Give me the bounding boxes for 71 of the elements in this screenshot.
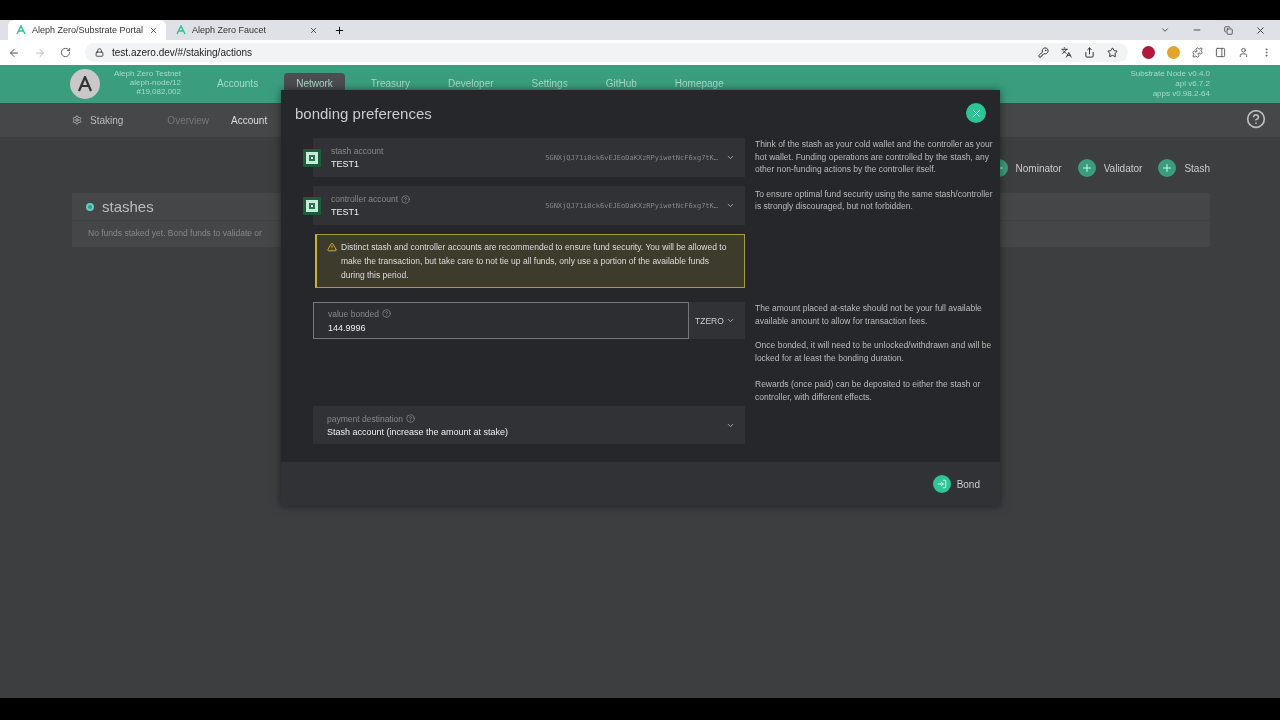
- plus-icon: [1161, 162, 1174, 174]
- extension-icon[interactable]: [1142, 46, 1155, 59]
- modal-title: bonding preferences: [295, 104, 432, 122]
- card-title: stashes: [102, 198, 154, 215]
- version-text: Substrate Node v0.4.0: [1130, 69, 1210, 79]
- chain-name: Aleph Zero Testnet: [114, 69, 181, 78]
- help-icon[interactable]: [1246, 109, 1266, 129]
- logo-icon: [16, 25, 26, 35]
- key-icon[interactable]: [1038, 47, 1049, 58]
- address-bar[interactable]: test.azero.dev/#/staking/actions: [85, 43, 1128, 62]
- browser-tab[interactable]: Aleph Zero/Substrate Portal: [8, 20, 166, 40]
- account-name: TEST1: [331, 207, 360, 217]
- unit-select[interactable]: TZERO: [689, 302, 745, 339]
- help-icon[interactable]: [401, 194, 411, 204]
- gear-icon: [72, 115, 82, 125]
- field-label: value bonded: [328, 308, 380, 319]
- amount-field[interactable]: value bonded 144.9996: [313, 302, 689, 339]
- page-tab[interactable]: Account: [231, 114, 268, 126]
- share-icon[interactable]: [1084, 47, 1095, 58]
- new-tab-icon[interactable]: [334, 25, 345, 36]
- translate-icon[interactable]: [1061, 47, 1072, 58]
- version-text: api v6.7.2: [1175, 79, 1210, 89]
- nav-menu[interactable]: Network: [284, 73, 345, 93]
- lock-icon: [95, 48, 104, 57]
- block-number: #19,082,002: [136, 87, 181, 96]
- tab-search-icon[interactable]: [1160, 25, 1170, 35]
- sign-in-icon: [936, 479, 947, 489]
- add-button[interactable]: Stash: [1158, 159, 1210, 177]
- profile-icon[interactable]: [1238, 47, 1249, 58]
- help-text: Rewards (once paid) can be deposited to either the stash or controller, with different effects.: [755, 378, 982, 403]
- restore-icon[interactable]: [1224, 25, 1233, 35]
- side-panel-icon[interactable]: [1215, 47, 1226, 58]
- status-dot: [86, 202, 94, 211]
- close-button[interactable]: [966, 103, 986, 123]
- logo-icon: [176, 25, 186, 35]
- dropdown-icon: [726, 201, 735, 210]
- reload-icon[interactable]: [60, 47, 71, 58]
- warning-icon: [327, 242, 337, 252]
- identicon-icon: [303, 148, 321, 167]
- help-text: Once bonded, it will need to be unlocked/withdrawn and will be locked for at least the bonding duration.: [755, 339, 993, 364]
- account-name: TEST1: [331, 159, 360, 169]
- field-label: payment destination: [327, 413, 404, 424]
- close-icon[interactable]: [149, 25, 158, 35]
- version-text: apps v0.98.2-64: [1152, 89, 1210, 99]
- node-version: aleph-node/12: [129, 78, 181, 87]
- amount-input[interactable]: 144.9996: [328, 322, 674, 333]
- puzzle-icon[interactable]: [1192, 47, 1203, 58]
- back-icon[interactable]: [8, 46, 20, 59]
- add-button[interactable]: Validator: [1077, 159, 1143, 177]
- logo-icon[interactable]: [70, 69, 100, 99]
- payment-select[interactable]: payment destination Stash account (increase the amount at stake): [313, 406, 745, 444]
- dropdown-icon: [726, 316, 735, 325]
- close-icon[interactable]: [309, 25, 318, 35]
- select-value: Stash account (increase the amount at stake): [327, 426, 510, 437]
- browser-tab[interactable]: Aleph Zero Faucet: [168, 20, 326, 40]
- close-window-icon[interactable]: [1255, 24, 1266, 36]
- help-text: Think of the stash as your cold wallet and the controller as your hot wallet. Funding operations are controlled by the stash, any other non-funding actions by the controller itself.: [755, 138, 994, 176]
- help-text: The amount placed at-stake should not be your full available available amount to allow for transaction fees.: [755, 302, 983, 327]
- plus-icon: [1080, 162, 1093, 174]
- warning-text: Distinct stash and controller accounts are recommended to ensure fund security. You will be allowed to make the transaction, but take care to not tie up all funds, only use a portion of the available funds during this period.: [341, 241, 728, 282]
- identicon-icon: [303, 196, 321, 215]
- star-icon[interactable]: [1107, 47, 1118, 58]
- section-title: Staking: [90, 114, 124, 126]
- field-label: stash account: [331, 146, 384, 156]
- dropdown-icon: [726, 153, 735, 162]
- field-label: controller account: [331, 194, 399, 204]
- close-icon: [970, 107, 982, 119]
- bond-button[interactable]: Bond: [932, 475, 980, 493]
- help-icon[interactable]: [382, 309, 392, 318]
- help-icon[interactable]: [406, 414, 416, 423]
- help-text: To ensure optimal fund security using the same stash/controller is strongly discouraged, but not forbidden.: [755, 187, 994, 213]
